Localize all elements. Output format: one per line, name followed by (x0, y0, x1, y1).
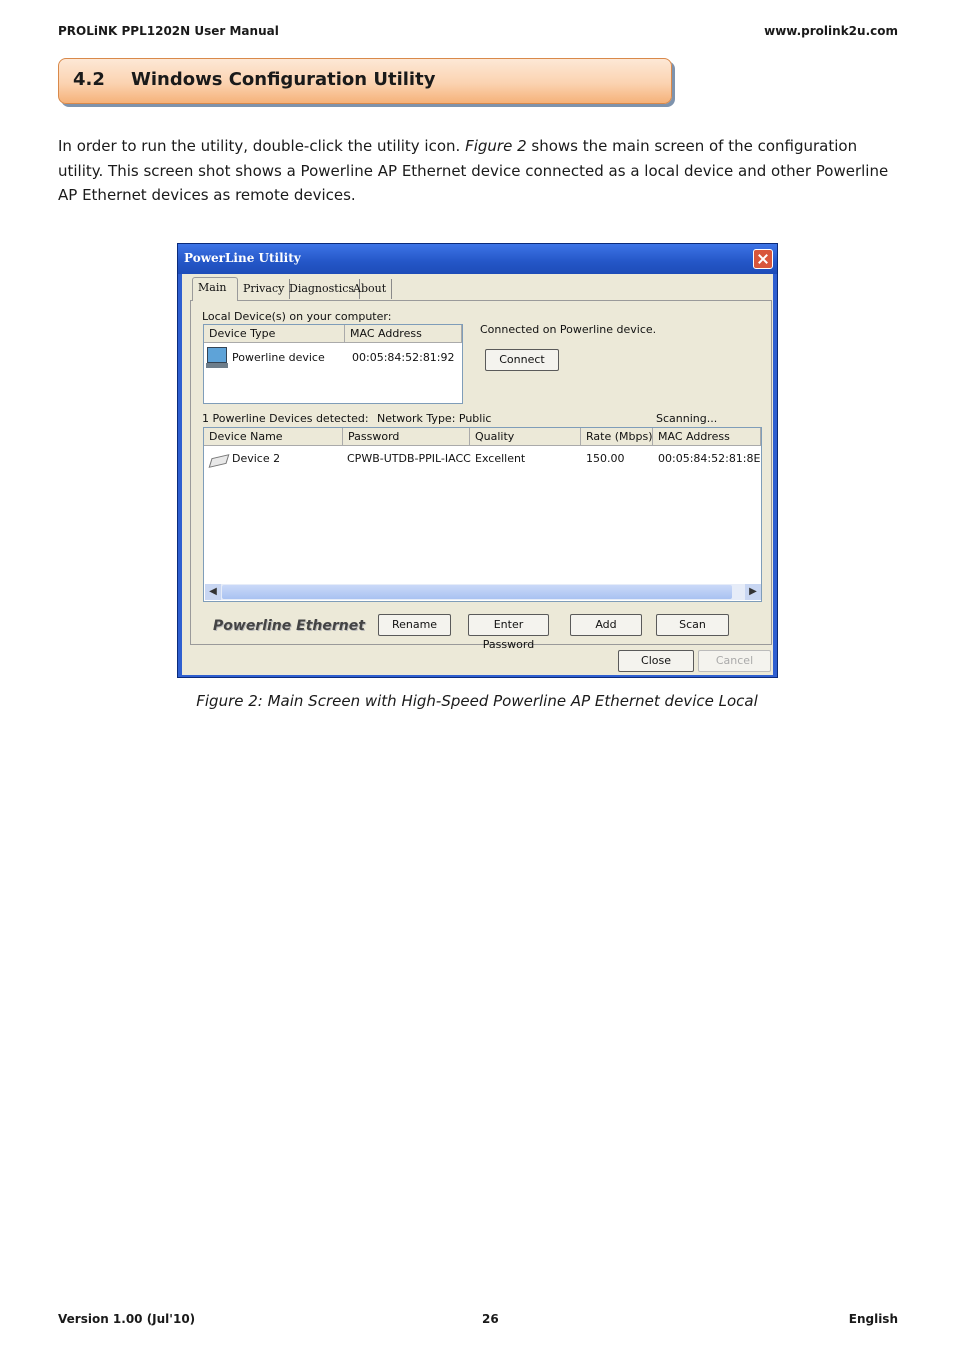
col-rate[interactable]: Rate (Mbps) (581, 428, 653, 446)
detected-count: 1 Powerline Devices detected: (202, 412, 369, 425)
col-quality[interactable]: Quality (470, 428, 581, 446)
local-device-mac: 00:05:84:52:81:92 (352, 351, 455, 364)
close-button[interactable]: Close (618, 650, 694, 672)
close-icon[interactable] (753, 249, 773, 269)
tab-main[interactable]: Main (192, 277, 238, 301)
enter-password-button[interactable]: Enter Password (468, 614, 549, 651)
col-password[interactable]: Password (343, 428, 470, 446)
powerline-utility-window: PowerLine Utility Main Privacy Diagnosti… (177, 243, 778, 678)
main-panel: Local Device(s) on your computer: Device… (190, 300, 772, 651)
local-device-list[interactable]: Device Type MAC Address Powerline device… (203, 324, 463, 404)
remote-device-quality: Excellent (475, 452, 526, 465)
version-info: Version 1.00 (Jul'10) (58, 1312, 196, 1326)
scroll-thumb[interactable] (222, 585, 732, 599)
cancel-button[interactable]: Cancel (698, 650, 771, 672)
col-mac-address[interactable]: MAC Address (345, 325, 462, 343)
window-client: Main Privacy Diagnostics About Local Dev… (182, 274, 773, 675)
network-type: Network Type: Public (377, 412, 492, 425)
col-device-name[interactable]: Device Name (204, 428, 343, 446)
window-title: PowerLine Utility (184, 251, 301, 265)
manual-title: PROLiNK PPL1202N User Manual (58, 24, 279, 38)
window-titlebar: PowerLine Utility (178, 244, 777, 274)
language: English (848, 1312, 898, 1326)
local-devices-label: Local Device(s) on your computer: (202, 310, 392, 323)
remote-device-list[interactable]: Device Name Password Quality Rate (Mbps)… (203, 427, 762, 602)
scroll-left-icon[interactable]: ◀ (205, 584, 221, 600)
figure-reference: Figure 2 (465, 137, 527, 155)
section-heading: 4.2 Windows Configuration Utility (58, 58, 672, 104)
remote-device-password: CPWB-UTDB-PPIL-IACC (347, 452, 471, 465)
page-number: 26 (482, 1312, 499, 1326)
computer-icon (206, 347, 228, 368)
device-icon (208, 454, 230, 468)
remote-device-rate: 150.00 (586, 452, 625, 465)
paragraph-part1: In order to run the utility, double-clic… (58, 137, 466, 155)
tab-about[interactable]: About (348, 279, 393, 299)
section-number: 4.2 (73, 69, 105, 90)
website-url: www.prolink2u.com (764, 24, 898, 38)
connect-button[interactable]: Connect (485, 349, 559, 371)
connected-status: Connected on Powerline device. (480, 323, 657, 336)
col-remote-mac[interactable]: MAC Address (653, 428, 761, 446)
scan-button[interactable]: Scan (656, 614, 729, 636)
add-button[interactable]: Add (570, 614, 642, 636)
col-device-type[interactable]: Device Type (204, 325, 345, 343)
scroll-right-icon[interactable]: ▶ (745, 584, 761, 600)
remote-device-mac: 00:05:84:52:81:8E (658, 452, 761, 465)
figure-caption: Figure 2: Main Screen with High-Speed Po… (196, 692, 758, 710)
scanning-status: Scanning... (656, 412, 718, 425)
brand-logo: Powerline Ethernet (213, 618, 365, 634)
horizontal-scrollbar[interactable]: ◀ ▶ (205, 584, 761, 600)
section-title: Windows Configuration Utility (131, 69, 436, 90)
rename-button[interactable]: Rename (378, 614, 451, 636)
intro-paragraph: In order to run the utility, double-clic… (58, 134, 898, 208)
remote-device-name: Device 2 (232, 452, 281, 465)
local-device-type: Powerline device (232, 351, 325, 364)
tab-privacy[interactable]: Privacy (238, 279, 291, 299)
